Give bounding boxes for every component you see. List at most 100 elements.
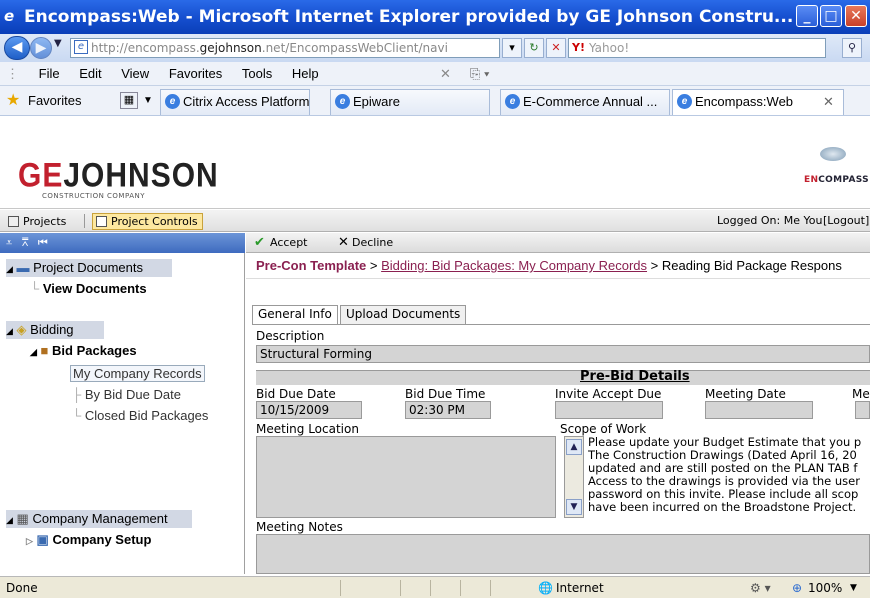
tab-general-info[interactable]: General Info bbox=[252, 305, 338, 325]
collapse-all-icon[interactable]: ⩡ bbox=[6, 236, 12, 249]
accept-check-icon: ✔ bbox=[254, 235, 265, 250]
tab-projects[interactable]: Projects bbox=[4, 213, 71, 230]
zoom-dropdown-icon[interactable]: ▼ bbox=[850, 577, 857, 599]
maximize-button[interactable]: □ bbox=[820, 5, 842, 27]
zoom-icon[interactable]: ⊕ bbox=[792, 577, 802, 599]
favorites-star-icon[interactable]: ★ bbox=[6, 86, 20, 116]
window-title: Encompass:Web - Microsoft Internet Explo… bbox=[24, 7, 794, 27]
menu-help[interactable]: Help bbox=[292, 66, 319, 81]
first-icon[interactable]: ⏮ bbox=[38, 236, 48, 249]
search-placeholder: Yahoo! bbox=[589, 41, 630, 55]
convert-icon[interactable]: ⎘ ▾ bbox=[470, 62, 489, 86]
search-go-icon[interactable]: ⚲ bbox=[842, 38, 862, 58]
tree-branch-line: ├ bbox=[72, 387, 85, 402]
zoom-level[interactable]: 100% bbox=[808, 577, 842, 599]
tree-label: Company Management bbox=[32, 511, 168, 526]
history-dropdown-icon[interactable]: ▼ bbox=[54, 38, 62, 49]
status-divider bbox=[490, 580, 491, 596]
scope-line: have been incurred on the Broadstone Pro… bbox=[588, 500, 857, 514]
breadcrumb-first[interactable]: Pre-Con Template bbox=[256, 258, 366, 273]
protected-mode-icon[interactable]: ⚙ ▾ bbox=[750, 577, 771, 599]
tree-closed-bid-packages[interactable]: └ Closed Bid Packages bbox=[72, 408, 208, 423]
meeting-notes-field[interactable] bbox=[256, 534, 870, 574]
meeting-time-field[interactable] bbox=[855, 401, 870, 419]
refresh-button[interactable]: ↻ bbox=[524, 38, 544, 58]
tab-close-icon[interactable]: ✕ bbox=[823, 90, 834, 114]
tree-my-company-records[interactable]: My Company Records bbox=[70, 365, 205, 382]
tab-label: Epiware bbox=[353, 94, 400, 109]
expand-icon[interactable]: ⩞ bbox=[22, 236, 29, 249]
ie-page-icon: e bbox=[677, 94, 692, 109]
tab-divider bbox=[84, 214, 85, 228]
favorites-label[interactable]: Favorites bbox=[28, 86, 81, 116]
encompass-brand: ENCOMPASS bbox=[804, 175, 869, 185]
tab-projects-label: Projects bbox=[23, 215, 67, 228]
scope-of-work-text[interactable]: Please update your Budget Estimate that … bbox=[588, 436, 870, 518]
scroll-up-icon[interactable]: ▲ bbox=[566, 439, 582, 455]
status-text: Done bbox=[6, 581, 38, 595]
tab-encompass[interactable]: e Encompass:Web ✕ bbox=[672, 89, 844, 115]
ie-page-icon: e bbox=[505, 94, 520, 109]
menu-tools[interactable]: Tools bbox=[242, 66, 272, 81]
tree-label: My Company Records bbox=[73, 366, 202, 381]
breadcrumb-second[interactable]: Bidding: Bid Packages: My Company Record… bbox=[381, 258, 647, 273]
tree-company-setup[interactable]: ▷ ▣ Company Setup bbox=[26, 532, 151, 548]
tab-project-controls[interactable]: Project Controls bbox=[92, 213, 203, 230]
quick-tabs-icon[interactable]: ▦ bbox=[120, 92, 138, 109]
minimize-button[interactable]: _ bbox=[796, 5, 818, 27]
pre-bid-section-header bbox=[256, 370, 870, 385]
tree-view-documents[interactable]: └ View Documents bbox=[30, 281, 147, 296]
menu-edit[interactable]: Edit bbox=[79, 66, 101, 81]
search-input[interactable]: Y! Yahoo! bbox=[568, 38, 826, 58]
stop-button[interactable]: ✕ bbox=[546, 38, 566, 58]
invite-accept-due-field[interactable] bbox=[555, 401, 663, 419]
meeting-location-field[interactable] bbox=[256, 436, 556, 518]
meeting-location-label: Meeting Location bbox=[256, 422, 359, 436]
tab-ecommerce[interactable]: e E-Commerce Annual ... bbox=[500, 89, 670, 115]
close-button[interactable]: ✕ bbox=[845, 5, 867, 27]
logout-link[interactable]: [Logout] bbox=[823, 210, 869, 232]
tree-expanded-icon[interactable]: ◢ bbox=[6, 326, 13, 336]
scope-scrollbar[interactable]: ▲ ▼ bbox=[564, 436, 584, 518]
bid-due-time-label: Bid Due Time bbox=[405, 387, 486, 401]
url-suffix: .net/EncompassWebClient/navi bbox=[261, 41, 448, 55]
tree-project-documents[interactable]: ◢ ▬ Project Documents bbox=[6, 259, 172, 277]
tab-list-icon[interactable]: ▼ bbox=[143, 86, 153, 116]
tree-expanded-icon[interactable]: ◢ bbox=[6, 264, 13, 274]
tree-bid-packages[interactable]: ◢ ■ Bid Packages bbox=[30, 343, 137, 358]
tab-label: Upload Documents bbox=[346, 307, 461, 321]
accept-button[interactable]: Accept bbox=[270, 233, 308, 253]
bid-due-time-field[interactable]: 02:30 PM bbox=[405, 401, 491, 419]
logged-on-text: Logged On: Me You bbox=[717, 214, 823, 227]
tree-company-management[interactable]: ◢ ▦ Company Management bbox=[6, 510, 192, 528]
address-input[interactable]: e http://encompass.gejohnson.net/Encompas… bbox=[70, 38, 500, 58]
tab-label: Citrix Access Platform bbox=[183, 94, 310, 109]
meeting-date-label: Meeting Date bbox=[705, 387, 786, 401]
address-dropdown-button[interactable]: ▾ bbox=[502, 38, 522, 58]
tab-upload-documents[interactable]: Upload Documents bbox=[340, 305, 467, 324]
tree-expanded-icon[interactable]: ◢ bbox=[30, 347, 37, 357]
tree-bidding[interactable]: ◢ ◈ Bidding bbox=[6, 321, 104, 339]
tab-label: General Info bbox=[258, 307, 332, 321]
close-toolbar-icon[interactable]: ✕ bbox=[440, 62, 451, 86]
decline-button[interactable]: Decline bbox=[352, 233, 393, 253]
tab-epiware[interactable]: e Epiware bbox=[330, 89, 490, 115]
back-button[interactable]: ◀ bbox=[4, 36, 30, 60]
menu-favorites[interactable]: Favorites bbox=[169, 66, 222, 81]
breadcrumb-separator: > bbox=[650, 258, 659, 273]
description-field[interactable]: Structural Forming bbox=[256, 345, 870, 363]
status-divider bbox=[460, 580, 461, 596]
forward-button[interactable]: ▶ bbox=[30, 37, 52, 59]
tree-collapsed-icon[interactable]: ▷ bbox=[26, 536, 33, 546]
logo-part2: JOHNSON bbox=[63, 156, 219, 195]
bid-due-date-field[interactable]: 10/15/2009 bbox=[256, 401, 362, 419]
meeting-date-field[interactable] bbox=[705, 401, 813, 419]
ie-page-icon: e bbox=[165, 94, 180, 109]
tree-by-bid-due-date[interactable]: ├ By Bid Due Date bbox=[72, 387, 181, 402]
menu-view[interactable]: View bbox=[121, 66, 149, 81]
logo-subtitle: CONSTRUCTION COMPANY bbox=[42, 192, 146, 200]
menu-file[interactable]: File bbox=[39, 66, 60, 81]
tab-citrix[interactable]: e Citrix Access Platform bbox=[160, 89, 310, 115]
scroll-down-icon[interactable]: ▼ bbox=[566, 499, 582, 515]
tree-expanded-icon[interactable]: ◢ bbox=[6, 515, 13, 525]
